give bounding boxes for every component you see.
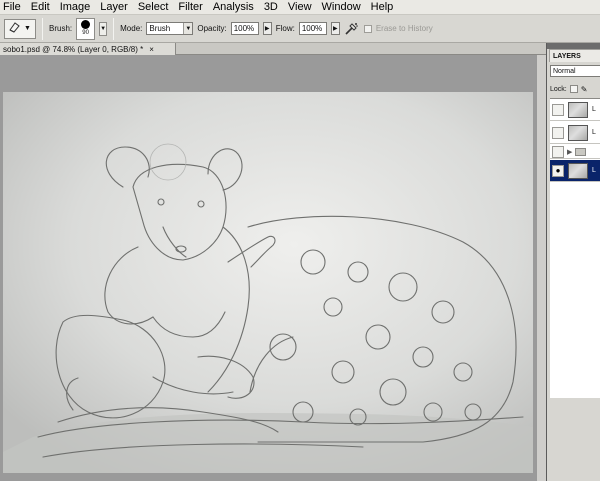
tab-strip xyxy=(176,43,546,55)
close-icon[interactable]: × xyxy=(149,45,154,54)
layers-panel-tab[interactable]: LAYERS xyxy=(549,49,600,62)
menu-layer[interactable]: Layer xyxy=(95,0,133,14)
lock-label: Lock: xyxy=(550,85,567,93)
menu-3d[interactable]: 3D xyxy=(259,0,283,14)
canvas-background xyxy=(0,55,536,481)
layer-group-row[interactable]: ▶ xyxy=(550,145,600,159)
layer-name: L xyxy=(592,129,596,136)
mode-value: Brush xyxy=(149,24,171,33)
document-title: sobo1.psd @ 74.8% (Layer 0, RGB/8) * xyxy=(3,44,144,54)
airbrush-icon[interactable] xyxy=(344,21,360,37)
eye-icon[interactable] xyxy=(552,126,564,139)
menu-select[interactable]: Select xyxy=(133,0,174,14)
brush-label: Brush: xyxy=(49,24,73,33)
brush-picker-dropdown[interactable]: ▼ xyxy=(99,21,108,36)
erase-history-checkbox[interactable] xyxy=(363,24,372,33)
expand-triangle-icon[interactable]: ▶ xyxy=(567,148,572,156)
layer-thumbnail xyxy=(568,162,588,179)
lock-transparent-icon[interactable] xyxy=(569,85,578,93)
layer-name: L xyxy=(592,106,596,113)
blend-mode-select[interactable]: Normal xyxy=(550,65,600,77)
menu-image[interactable]: Image xyxy=(55,0,96,14)
erase-history-label: Erase to History xyxy=(375,24,433,33)
menu-window[interactable]: Window xyxy=(317,0,366,14)
layer-thumbnail xyxy=(568,124,588,141)
layer-row[interactable]: L xyxy=(550,99,600,121)
menu-filter[interactable]: Filter xyxy=(173,0,207,14)
layer-row[interactable]: L xyxy=(550,122,600,144)
eraser-icon xyxy=(8,21,21,36)
menu-help[interactable]: Help xyxy=(366,0,399,14)
canvas[interactable] xyxy=(3,92,533,473)
eye-icon[interactable] xyxy=(552,103,564,116)
layers-panel: LAYERS Normal Lock: ✎ L L ▶ ● L xyxy=(546,43,600,481)
document-area: sobo1.psd @ 74.8% (Layer 0, RGB/8) * × xyxy=(0,43,546,481)
brush-tip-icon xyxy=(81,20,91,29)
flow-label: Flow: xyxy=(275,24,295,33)
flow-input[interactable]: 100% xyxy=(298,22,327,35)
menu-analysis[interactable]: Analysis xyxy=(208,0,259,14)
sketch-artwork xyxy=(3,92,533,473)
layer-name: L xyxy=(592,167,596,174)
chevron-down-icon: ▼ xyxy=(183,23,193,34)
menu-bar: File Edit Image Layer Select Filter Anal… xyxy=(0,0,600,15)
menu-edit[interactable]: Edit xyxy=(26,0,55,14)
mode-select[interactable]: Brush ▼ xyxy=(146,22,194,35)
document-tab[interactable]: sobo1.psd @ 74.8% (Layer 0, RGB/8) * × xyxy=(0,43,176,55)
brush-picker[interactable]: 90 xyxy=(76,17,96,40)
tool-preset-picker[interactable]: ▼ xyxy=(4,18,36,39)
separator xyxy=(42,17,43,40)
folder-icon xyxy=(575,147,587,156)
vertical-scrollbar[interactable] xyxy=(536,55,546,481)
separator xyxy=(113,17,115,40)
opacity-input[interactable]: 100% xyxy=(230,22,259,35)
flow-slider-button[interactable]: ▶ xyxy=(330,22,340,35)
opacity-label: Opacity: xyxy=(197,24,227,33)
layers-list: L L ▶ ● L xyxy=(550,98,600,398)
menu-file[interactable]: File xyxy=(0,0,26,14)
eye-icon[interactable] xyxy=(552,145,564,158)
opacity-slider-button[interactable]: ▶ xyxy=(262,22,272,35)
lock-brush-icon[interactable]: ✎ xyxy=(581,85,588,94)
lock-row: Lock: ✎ xyxy=(550,82,600,96)
tool-options-bar: ▼ Brush: 90 ▼ Mode: Brush ▼ Opacity: 100… xyxy=(0,15,600,43)
mode-label: Mode: xyxy=(120,24,143,33)
menu-view[interactable]: View xyxy=(283,0,317,14)
layer-row-selected[interactable]: ● L xyxy=(550,160,600,182)
eye-icon[interactable]: ● xyxy=(552,164,564,177)
chevron-down-icon: ▼ xyxy=(24,25,31,32)
layer-thumbnail xyxy=(568,101,588,118)
brush-size: 90 xyxy=(82,30,89,36)
